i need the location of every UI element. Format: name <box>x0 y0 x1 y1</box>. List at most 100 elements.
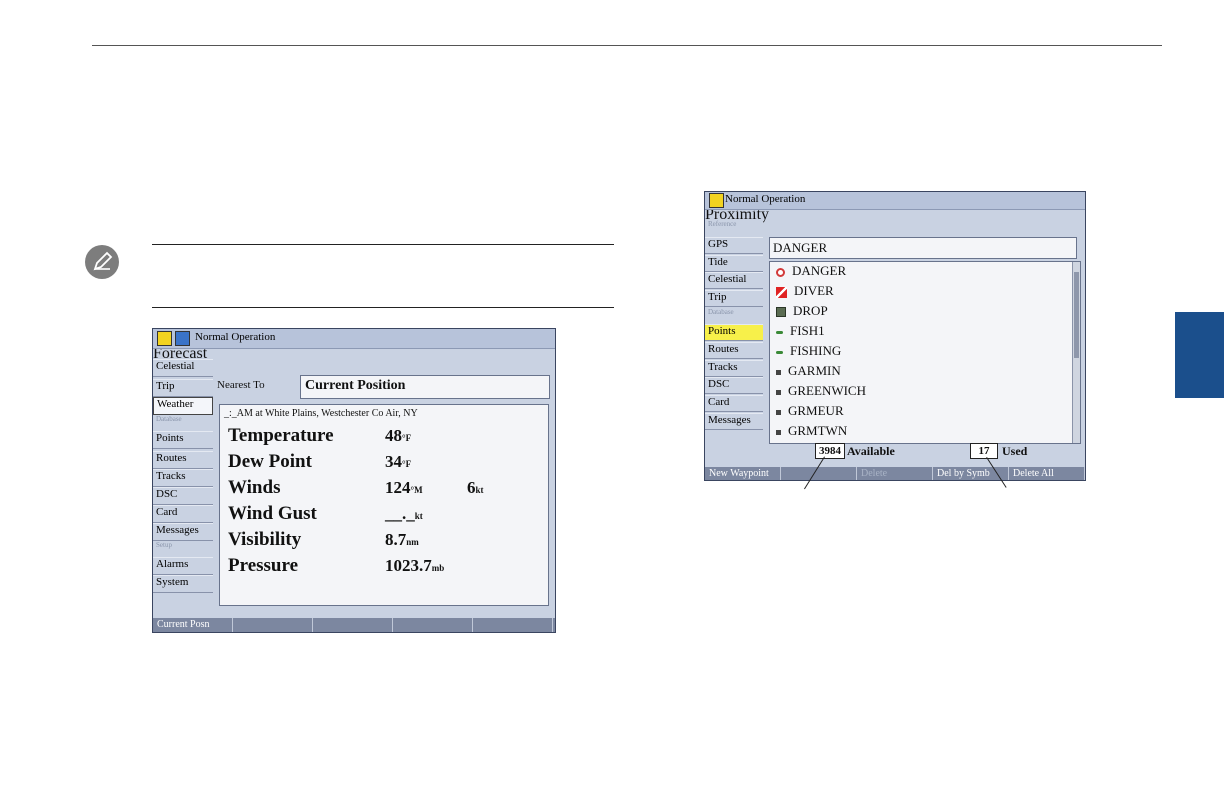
pencil-note-icon <box>85 245 119 279</box>
waypoint-name: DIVER <box>794 283 834 298</box>
sidebar-header-database: Database <box>708 308 734 316</box>
sidebar: Celestial Trip Weather Database Points Routes… <box>153 359 213 617</box>
sidebar-item-celestial[interactable]: Celestial <box>705 272 763 289</box>
waypoint-name: GRMTWN <box>788 423 848 438</box>
sidebar-item-trip[interactable]: Trip <box>153 379 213 397</box>
softkey-empty-2[interactable] <box>781 467 857 480</box>
square-point-icon <box>776 429 781 435</box>
value-number: __._ <box>385 504 415 523</box>
value-number: 8.7 <box>385 530 407 549</box>
sidebar-item-tide[interactable]: Tide <box>705 255 763 272</box>
sidebar-item-system[interactable]: System <box>153 575 213 593</box>
sidebar-item-tracks[interactable]: Tracks <box>153 469 213 487</box>
weather-label: Winds <box>228 477 281 498</box>
waypoint-row[interactable]: GRMEUR <box>776 402 844 420</box>
list-scrollbar[interactable] <box>1072 262 1080 443</box>
value-unit: kt <box>414 511 423 521</box>
drop-symbol-icon <box>776 307 786 318</box>
sidebar-header-database: Database <box>156 415 182 423</box>
sidebar-item-messages[interactable]: Messages <box>153 523 213 541</box>
nearest-field[interactable]: Current Position <box>300 375 550 399</box>
fish-symbol-icon <box>776 330 783 334</box>
sidebar-item-card[interactable]: Card <box>705 395 763 412</box>
sidebar-item-trip[interactable]: Trip <box>705 290 763 307</box>
app-icon <box>157 331 172 346</box>
sidebar-item-messages[interactable]: Messages <box>705 413 763 430</box>
softkey-current-posn[interactable]: Current Posn <box>153 618 233 632</box>
softkey-delete-all[interactable]: Delete All <box>1009 467 1085 480</box>
waypoint-search-field[interactable]: DANGER <box>769 237 1077 259</box>
sidebar-item-points[interactable]: Points <box>153 431 213 449</box>
waypoint-name: GARMIN <box>788 363 841 378</box>
weather-value: 1023.7mb <box>385 556 444 576</box>
available-label: Available <box>847 444 895 458</box>
sidebar-item-dsc[interactable]: DSC <box>705 377 763 394</box>
sidebar-item-weather[interactable]: Weather <box>153 397 213 415</box>
station-time: _:_AM <box>224 408 253 419</box>
sidebar-item-points[interactable]: Points <box>705 324 763 341</box>
sidebar-item-celestial[interactable]: Celestial <box>153 359 213 377</box>
screen-title: Normal Operation <box>195 331 276 343</box>
waypoint-row[interactable]: GRMTWN <box>776 422 847 440</box>
softkey-delete[interactable]: Delete <box>857 467 933 480</box>
sidebar-item-routes[interactable]: Routes <box>705 342 763 359</box>
header-rule <box>92 45 1162 46</box>
softkey-empty-3[interactable] <box>313 618 393 632</box>
waypoint-name: DROP <box>793 303 828 318</box>
softkey-empty-4[interactable] <box>393 618 473 632</box>
weather-label: Wind Gust <box>228 503 317 524</box>
waypoint-row[interactable]: DANGER <box>776 262 846 280</box>
sidebar-item-card[interactable]: Card <box>153 505 213 523</box>
weather-label: Visibility <box>228 529 302 550</box>
note-top-rule <box>152 244 614 245</box>
weather-value: __._kt <box>385 504 423 524</box>
waypoint-row[interactable]: DROP <box>776 302 828 320</box>
sidebar-item-tracks[interactable]: Tracks <box>705 360 763 377</box>
weather-icon <box>175 331 190 346</box>
waypoint-row[interactable]: FISH1 <box>776 322 825 340</box>
waypoint-row[interactable]: FISHING <box>776 342 841 360</box>
extra-number: 6 <box>467 478 476 497</box>
weather-value: 48°F <box>385 426 411 446</box>
title-bar: Normal Operation <box>705 192 1085 210</box>
waypoint-name: FISH1 <box>790 323 825 338</box>
waypoint-row[interactable]: GARMIN <box>776 362 841 380</box>
waypoint-row[interactable]: GREENWICH <box>776 382 866 400</box>
value-unit: mb <box>431 563 445 573</box>
search-value: DANGER <box>773 240 828 255</box>
value-number: 124 <box>385 478 411 497</box>
softkey-empty-2[interactable] <box>233 618 313 632</box>
nearest-value: Current Position <box>305 378 406 393</box>
used-count-box: 17 <box>970 443 998 459</box>
sidebar-item-gps[interactable]: GPS <box>705 237 763 254</box>
waypoint-name: GREENWICH <box>788 383 866 398</box>
waypoint-name: FISHING <box>790 343 842 358</box>
scroll-thumb[interactable] <box>1074 272 1079 358</box>
waypoint-row[interactable]: DIVER <box>776 282 834 300</box>
softkey-bar: New Waypoint Delete Del by Symb Delete All <box>705 467 1085 480</box>
sidebar-item-routes[interactable]: Routes <box>153 451 213 469</box>
weather-label: Pressure <box>228 555 299 576</box>
weather-extra: 6kt <box>467 478 484 498</box>
square-point-icon <box>776 409 781 415</box>
used-label: Used <box>1002 444 1028 458</box>
fish-symbol-icon <box>776 350 783 354</box>
value-number: 34 <box>385 452 402 471</box>
value-unit: °F <box>402 459 412 469</box>
softkey-empty-5[interactable] <box>473 618 553 632</box>
sidebar-header-reference: Reference <box>708 220 737 228</box>
app-icon <box>709 193 724 208</box>
extra-unit: kt <box>475 485 484 495</box>
station-line: _:_AM at White Plains, Westchester Co Ai… <box>224 408 418 419</box>
softkey-bar: Current Posn <box>153 618 555 632</box>
value-unit: °F <box>402 433 412 443</box>
softkey-new-waypoint[interactable]: New Waypoint <box>705 467 781 480</box>
weather-value: 34°F <box>385 452 411 472</box>
value-unit: °M <box>410 485 423 495</box>
weather-value: 124°M <box>385 478 423 498</box>
weather-label: Dew Point <box>228 451 312 472</box>
sidebar-item-dsc[interactable]: DSC <box>153 487 213 505</box>
square-point-icon <box>776 389 781 395</box>
sidebar-item-alarms[interactable]: Alarms <box>153 557 213 575</box>
diver-flag-icon <box>776 286 787 298</box>
